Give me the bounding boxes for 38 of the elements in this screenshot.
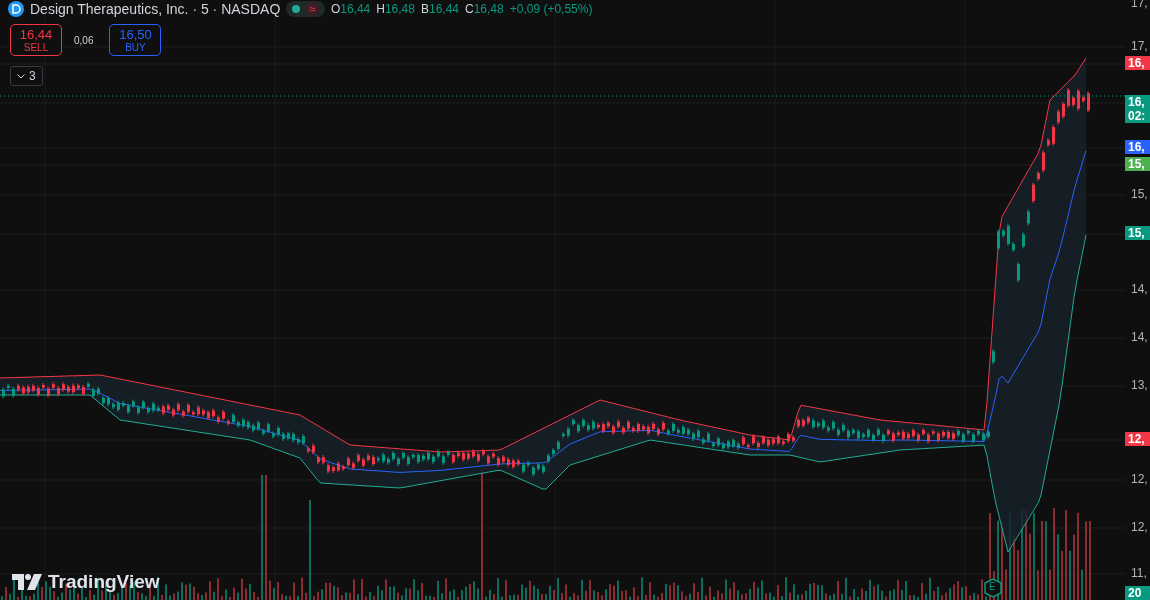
buy-button[interactable]: 16,50 BUY (109, 24, 162, 56)
price-badge: 16, (1125, 56, 1150, 70)
logo-icon (12, 574, 42, 590)
market-open-icon (292, 5, 301, 13)
market-status-pill[interactable]: ≈ (286, 1, 325, 17)
sell-button[interactable]: 16,44 SELL (10, 24, 62, 56)
ohlc-value: 16,44 (340, 2, 371, 16)
price-axis-label: 12, (1131, 520, 1148, 534)
ohlc-label: H (376, 2, 385, 16)
status-glyph: ≈ (306, 2, 319, 16)
symbol-title[interactable]: Design Therapeutics, Inc. · 5 · NASDAQ (30, 1, 281, 17)
ohlc-value: 16,48 (384, 2, 415, 16)
price-axis-label: 11, (1131, 566, 1147, 580)
spread-value: 0,06 (74, 34, 94, 46)
price-axis-label: 12, (1131, 472, 1148, 486)
price-badge: 20 (1125, 586, 1150, 600)
price-badge: 16, (1125, 140, 1150, 154)
price-badge: 15, (1125, 226, 1150, 240)
price-axis-label: 17, (1131, 39, 1148, 53)
chevron-down-icon (17, 73, 25, 79)
earnings-marker-label: E (989, 581, 996, 592)
price-axis-label: 14, (1131, 330, 1148, 344)
ohlc-label: B (420, 2, 429, 16)
price-axis-label: 13, (1131, 378, 1148, 392)
ohlc-label: C (465, 2, 474, 16)
price-badge: 12, (1125, 432, 1150, 446)
indicators-toggle[interactable]: 3 (10, 66, 43, 86)
earnings-marker-icon[interactable] (984, 578, 1002, 598)
symbol-logo-icon (8, 1, 24, 17)
ohlc-value: 16,48 (473, 2, 504, 16)
price-change: +0,09 (+0,55%) (509, 2, 593, 16)
ohlc-value: 16,44 (429, 2, 459, 16)
logo-text: TradingView (48, 571, 160, 593)
ohlc-label: O (330, 2, 341, 16)
price-badge: 16, 02: (1125, 95, 1150, 123)
price-axis-label: 14, (1131, 282, 1148, 296)
price-axis-label: 15, (1131, 187, 1148, 201)
price-badge: 15, (1125, 157, 1150, 171)
